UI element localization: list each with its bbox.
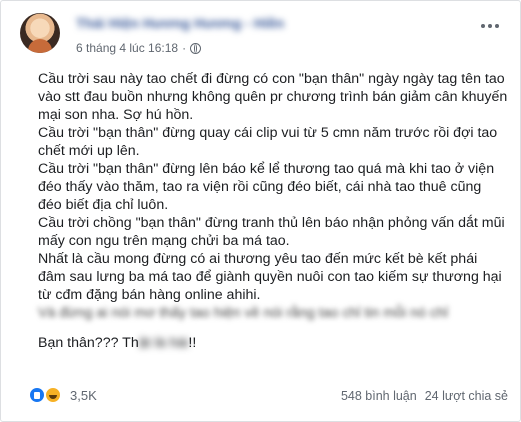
meta-separator: ·	[182, 41, 187, 55]
post-stats: 548 bình luận 24 lượt chia sẻ	[341, 389, 508, 403]
post-paragraph-5: Nhất là cầu mong đừng có ai thương yêu t…	[38, 251, 502, 303]
author-name[interactable]: Thái Hiện Hương Hương - Hiền	[76, 15, 284, 31]
author-avatar[interactable]	[20, 13, 60, 53]
globe-icon[interactable]	[190, 42, 202, 54]
post-blurred-line: Và đừng ai nói mơ thấy tao hiện về nói r…	[38, 305, 448, 321]
post-header: Thái Hiện Hương Hương - Hiền 6 tháng 4 l…	[20, 11, 510, 55]
reaction-summary[interactable]: 3,5K	[28, 386, 97, 404]
post-meta: 6 tháng 4 lúc 16:18 ·	[76, 41, 202, 55]
comments-count-link[interactable]: 548 bình luận	[341, 389, 417, 403]
haha-reaction-icon	[44, 386, 62, 404]
shares-count-link[interactable]: 24 lượt chia sẻ	[425, 389, 508, 403]
post-paragraph-3: Cầu trời "bạn thân" đừng lên báo kể lể t…	[38, 161, 495, 213]
post-body: Cầu trời sau này tao chết đi đừng có con…	[38, 70, 508, 352]
post-timestamp[interactable]: 6 tháng 4 lúc 16:18	[76, 41, 178, 55]
post-paragraph-4: Cầu trời chồng "bạn thân" đừng tranh thủ…	[38, 215, 505, 249]
post-paragraph-1: Cầu trời sau này tao chết đi đừng có con…	[38, 71, 508, 123]
post-last-line: Bạn thân??? Th ật là hài !!	[38, 334, 508, 352]
more-options-icon[interactable]	[478, 19, 502, 33]
last-line-blurred: ật là hài	[138, 335, 189, 351]
last-line-start: Bạn thân??? Th	[38, 335, 139, 351]
last-line-end: !!	[188, 335, 197, 351]
post-paragraph-2: Cầu trời "bạn thân" đừng quay cái clip v…	[38, 125, 498, 159]
reaction-count: 3,5K	[70, 387, 97, 403]
facebook-post-card: Thái Hiện Hương Hương - Hiền 6 tháng 4 l…	[0, 0, 521, 422]
